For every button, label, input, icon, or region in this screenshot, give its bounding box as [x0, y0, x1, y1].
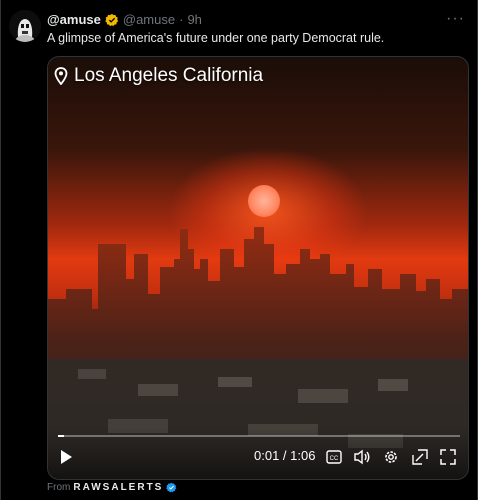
progress-bar[interactable]: [58, 435, 460, 437]
sun: [248, 185, 280, 217]
svg-text:CC: CC: [330, 456, 339, 462]
more-icon[interactable]: ···: [446, 10, 465, 28]
video-timecode: 0:01 / 1:06: [254, 448, 316, 463]
video-player[interactable]: Los Angeles California 0:01 / 1:06 CC: [47, 56, 469, 480]
separator-dot: ·: [179, 12, 184, 27]
settings-icon[interactable]: [381, 447, 401, 467]
handle[interactable]: @amuse: [123, 12, 175, 27]
play-icon[interactable]: [56, 447, 76, 467]
captions-icon[interactable]: CC: [324, 447, 344, 467]
volume-icon[interactable]: [352, 447, 372, 467]
location-overlay: Los Angeles California: [54, 65, 263, 87]
location-pin-icon: [54, 67, 68, 85]
tweet-text: A glimpse of America's future under one …: [47, 31, 385, 45]
fullscreen-icon[interactable]: [438, 447, 458, 467]
tweet: @amuse @amuse · 9h ··· A glimpse of Amer…: [0, 0, 478, 500]
from-label: From: [47, 482, 71, 493]
progress-fill: [58, 435, 65, 437]
video-controls: 0:01 / 1:06 CC: [48, 427, 468, 479]
location-text: Los Angeles California: [74, 65, 264, 86]
media-source: From RAWSALERTS: [47, 482, 177, 493]
tweet-header: @amuse @amuse · 9h: [47, 12, 202, 27]
pip-icon[interactable]: [410, 447, 430, 467]
verified-gold-icon: [105, 13, 118, 26]
display-name[interactable]: @amuse: [47, 12, 101, 27]
verified-blue-icon: [166, 482, 177, 493]
timestamp[interactable]: 9h: [187, 12, 201, 27]
avatar[interactable]: [9, 10, 41, 42]
source-name[interactable]: RAWSALERTS: [73, 482, 163, 493]
